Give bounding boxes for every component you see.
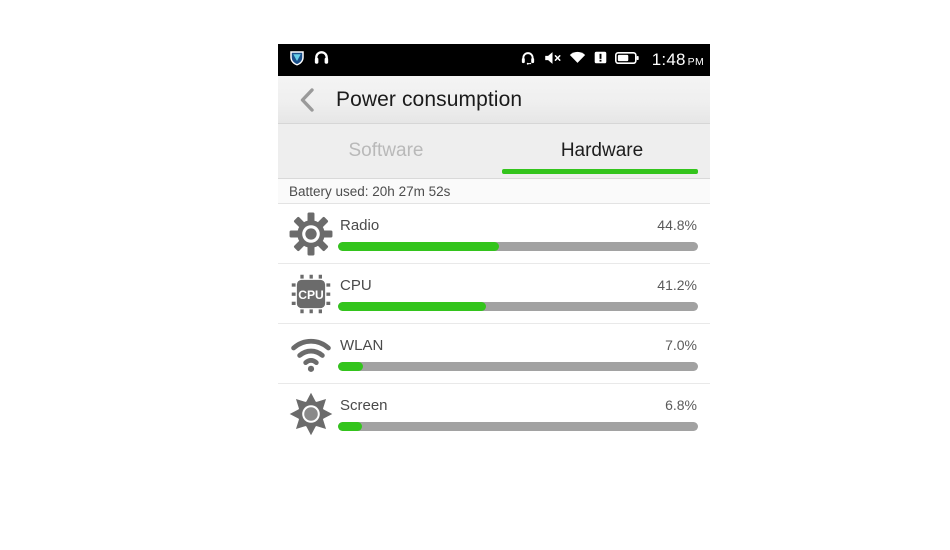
usage-row-percent: 44.8% <box>657 216 697 233</box>
tab-software-label: Software <box>348 140 424 161</box>
tab-software[interactable]: Software <box>278 124 494 178</box>
usage-row-radio[interactable]: Radio 44.8% <box>278 204 710 264</box>
brightness-sun-icon <box>288 391 334 437</box>
usage-row-label: Radio <box>340 216 380 234</box>
chevron-left-icon <box>300 87 314 112</box>
usage-row-label: CPU <box>340 276 372 294</box>
usage-row-body: Screen 6.8% <box>338 391 698 437</box>
status-bar: 1:48 PM <box>278 44 710 76</box>
usage-row-body: CPU 41.2% <box>338 271 698 317</box>
usage-progress-fill <box>338 301 487 311</box>
usage-row-header: Screen 6.8% <box>338 397 698 414</box>
power-usage-list: Radio 44.8% CPU CPU 41.2% WLAN 7.0% Screen 6.8% <box>278 204 710 444</box>
status-bar-clock: 1:48 PM <box>652 50 704 70</box>
usage-progress-fill <box>338 241 500 251</box>
tab-active-indicator <box>502 169 698 174</box>
usage-row-percent: 6.8% <box>665 397 697 413</box>
battery-used-text: Battery used: 20h 27m 52s <box>289 183 451 199</box>
gear-icon <box>288 211 334 257</box>
battery-icon <box>614 51 639 70</box>
usage-row-label: WLAN <box>340 336 384 354</box>
usage-row-body: Radio 44.8% <box>338 211 698 257</box>
usage-row-label: Screen <box>340 397 388 414</box>
usage-row-header: CPU 41.2% <box>338 277 698 294</box>
screenshot-canvas: 1:48 PM Power consumption Software Hardw… <box>0 0 950 550</box>
wifi-icon <box>288 331 334 377</box>
phone-screen: 1:48 PM Power consumption Software Hardw… <box>278 44 710 475</box>
usage-row-percent: 7.0% <box>665 336 697 353</box>
usage-row-screen[interactable]: Screen 6.8% <box>278 384 710 444</box>
headphones-icon <box>313 49 330 71</box>
page-title: Power consumption <box>336 87 523 111</box>
usage-row-header: Radio 44.8% <box>338 217 698 234</box>
tab-bar: Software Hardware <box>278 124 710 179</box>
back-button[interactable] <box>290 80 324 120</box>
clock-time: 1:48 <box>651 50 686 69</box>
tab-hardware-label: Hardware <box>560 140 644 161</box>
usage-row-header: WLAN 7.0% <box>338 337 698 354</box>
cpu-chip-icon: CPU <box>288 271 334 317</box>
usage-progress-fill <box>338 422 363 431</box>
tab-hardware[interactable]: Hardware <box>494 124 710 178</box>
battery-used-strip: Battery used: 20h 27m 52s <box>278 179 710 204</box>
status-bar-right-icons: 1:48 PM <box>520 50 704 71</box>
usage-progress-track <box>338 361 698 371</box>
volume-mute-icon <box>543 50 562 71</box>
shield-badge-icon <box>288 49 306 72</box>
usage-row-body: WLAN 7.0% <box>338 331 698 377</box>
usage-progress-fill <box>338 361 364 371</box>
wifi-icon <box>569 50 586 70</box>
usage-row-percent: 41.2% <box>657 276 697 293</box>
usage-row-wlan[interactable]: WLAN 7.0% <box>278 324 710 384</box>
usage-progress-track <box>338 301 698 311</box>
sim-alert-icon <box>593 50 608 70</box>
status-bar-left-icons <box>288 49 330 72</box>
clock-ampm: PM <box>687 56 704 68</box>
usage-progress-track <box>338 422 698 431</box>
usage-progress-track <box>338 241 698 251</box>
usage-row-cpu[interactable]: CPU CPU 41.2% <box>278 264 710 324</box>
headset-icon <box>520 50 536 71</box>
svg-text:CPU: CPU <box>298 287 324 301</box>
action-bar: Power consumption <box>278 76 710 124</box>
